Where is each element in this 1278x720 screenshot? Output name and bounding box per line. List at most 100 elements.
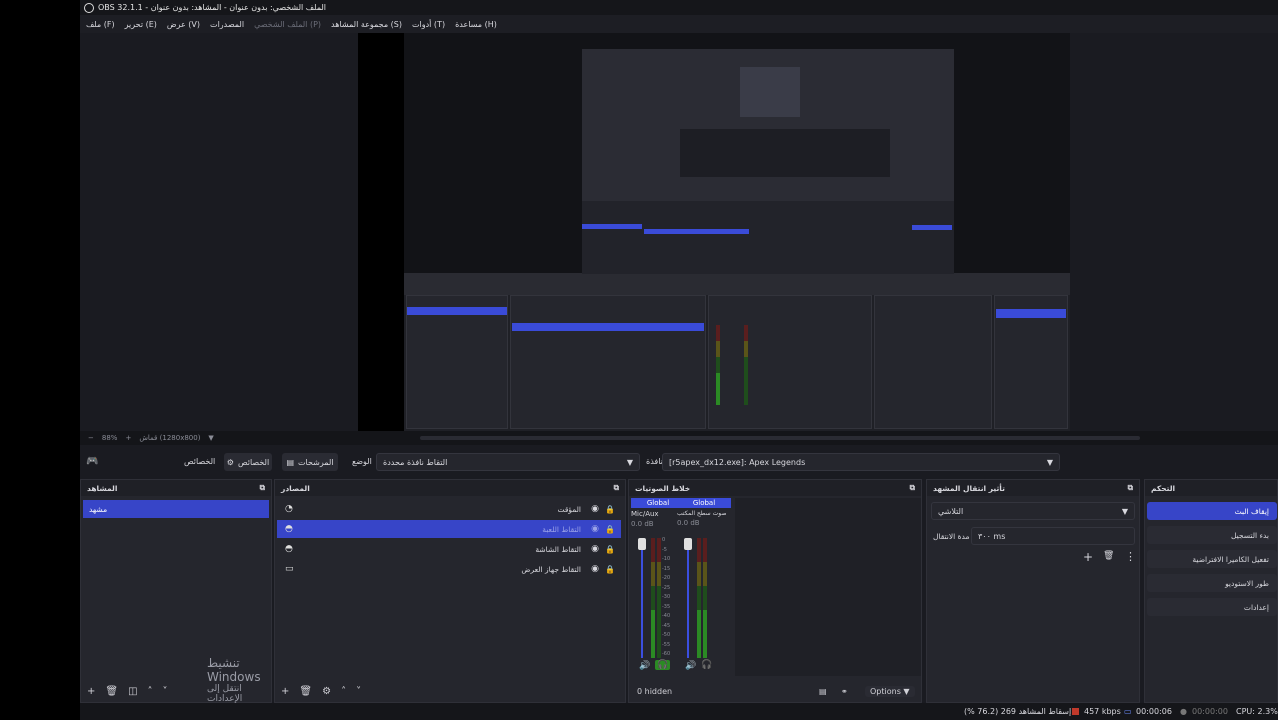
- monitor-icon: ▭: [285, 564, 294, 574]
- lock-icon[interactable]: 🔒: [605, 565, 615, 574]
- headphones-icon[interactable]: 🎧: [655, 660, 671, 670]
- fader-knob[interactable]: [638, 538, 646, 550]
- menu-view[interactable]: عرض (V): [167, 20, 200, 29]
- zoom-out-button[interactable]: −: [88, 434, 94, 442]
- speaker-icon[interactable]: 🔊: [685, 661, 696, 671]
- gear-icon: ⚙: [226, 457, 234, 467]
- dock-title-bar: التحكم: [1145, 480, 1277, 496]
- dock-title-bar: تأثير انتقال المشهد ⧉: [927, 480, 1139, 496]
- lock-icon[interactable]: 🔒: [605, 525, 615, 534]
- channel-name[interactable]: صوت سطح المكتب: [677, 510, 731, 517]
- layout-icon[interactable]: ▤: [819, 687, 827, 696]
- filters-button[interactable]: ▤ المرشحات: [282, 453, 338, 471]
- eye-icon[interactable]: ◉: [591, 524, 599, 534]
- menu-docks[interactable]: المصدرات: [210, 20, 244, 29]
- more-vertical-icon[interactable]: ⋮: [1125, 550, 1136, 563]
- lock-icon[interactable]: 🔒: [605, 545, 615, 554]
- stop-streaming-button[interactable]: إيقاف البث: [1147, 502, 1277, 520]
- settings-button[interactable]: إعدادات: [1147, 598, 1277, 616]
- virtual-camera-button[interactable]: تفعيل الكاميرا الافتراضية: [1147, 550, 1277, 568]
- scenes-dock: المشاهد ⧉ مشهد تنشيط Windows انتقل إلى ا…: [80, 479, 272, 720]
- settings-label: إعدادات: [1243, 602, 1269, 612]
- zoom-in-button[interactable]: +: [125, 434, 131, 442]
- mixer-empty-area: [735, 498, 921, 676]
- source-label: التقاط اللعبة: [542, 524, 581, 534]
- chevron-down-icon[interactable]: ▼: [208, 434, 213, 442]
- source-label: التقاط جهاز العرض: [521, 564, 581, 574]
- duration-spinbox[interactable]: ٣٠٠ ms: [971, 527, 1135, 545]
- trash-icon[interactable]: 🗑: [1103, 551, 1114, 561]
- zoom-level: 88%: [101, 434, 118, 442]
- source-row-display-capture[interactable]: ◓ التقاط الشاشة ◉ 🔒: [277, 540, 621, 558]
- fader-knob[interactable]: [684, 538, 692, 550]
- menu-tools[interactable]: أدوات (T): [412, 20, 445, 29]
- trash-icon[interactable]: 🗑: [299, 686, 312, 697]
- chevron-down-icon: ▼: [626, 457, 633, 467]
- undock-icon[interactable]: ⧉: [260, 483, 265, 493]
- obs-logo-icon: [84, 2, 94, 13]
- filter-icon: ▤: [286, 457, 294, 467]
- filter-icon[interactable]: ◫: [128, 686, 137, 697]
- mixer-title: خلاط الصوتيات: [635, 483, 691, 493]
- meter-scale: 0 -5 -10 -15 -20 -25 -30 -35 -40 -45 -50 -55 -60: [662, 537, 671, 657]
- transitions-title: تأثير انتقال المشهد: [933, 483, 1005, 493]
- eye-icon[interactable]: ◉: [591, 544, 599, 554]
- stream-time: 00:00:06: [1136, 707, 1172, 716]
- window-select[interactable]: [r5apex_dx12.exe]: Apex Legends ▼: [662, 453, 1060, 471]
- sources-title: المصادر: [281, 483, 310, 493]
- game-controller-icon: 🎮: [86, 456, 99, 467]
- window-label: نافذة: [646, 457, 663, 466]
- undock-icon[interactable]: ⧉: [614, 483, 619, 493]
- link-icon[interactable]: ⚭: [841, 687, 848, 696]
- add-source-icon[interactable]: +: [281, 686, 289, 697]
- scene-item[interactable]: مشهد: [83, 500, 269, 518]
- hidden-count: 0 hidden: [637, 686, 673, 696]
- preview-scrollbar[interactable]: [420, 436, 1140, 440]
- sources-toolbar: + 🗑 ⚙ ˄ ˅: [275, 680, 625, 702]
- chevron-down-icon[interactable]: ˅: [163, 686, 168, 697]
- chevron-up-icon[interactable]: ˄: [148, 686, 153, 697]
- nested-capture-window: [582, 49, 954, 274]
- eye-icon[interactable]: ◉: [591, 504, 599, 514]
- lock-icon[interactable]: 🔒: [605, 505, 615, 514]
- window-title: OBS 32.1.1 - الملف الشخصي: بدون عنوان - …: [98, 3, 326, 12]
- source-row-monitor-capture[interactable]: ▭ التقاط جهاز العرض ◉ 🔒: [277, 560, 621, 578]
- eye-icon[interactable]: ◉: [591, 564, 599, 574]
- menu-profile[interactable]: الملف الشخصي (P): [254, 20, 321, 29]
- volume-fader[interactable]: [687, 538, 689, 658]
- menu-help[interactable]: مساعدة (H): [455, 20, 497, 29]
- filters-button-label: المرشحات: [298, 457, 334, 467]
- speaker-icon[interactable]: 🔊: [639, 661, 650, 671]
- headphones-icon[interactable]: 🎧: [701, 660, 712, 670]
- add-icon[interactable]: +: [1083, 550, 1093, 564]
- channel-db: 0.0 dB: [677, 519, 700, 527]
- stream-icon: ▭: [1124, 707, 1132, 716]
- start-recording-button[interactable]: بدء التسجيل: [1147, 526, 1277, 544]
- menu-scene-collection[interactable]: مجموعة المشاهد (S): [331, 20, 402, 29]
- gear-icon[interactable]: ⚙: [322, 686, 331, 697]
- obs-window: OBS 32.1.1 - الملف الشخصي: بدون عنوان - …: [80, 0, 1278, 720]
- source-row-game-capture[interactable]: ◓ التقاط اللعبة ◉ 🔒: [277, 520, 621, 538]
- trash-icon[interactable]: 🗑: [105, 686, 118, 697]
- mixer-options-button[interactable]: Options ▼: [865, 685, 915, 697]
- menu-edit[interactable]: تحرير (E): [125, 20, 157, 29]
- properties-button[interactable]: ⚙ الخصائص: [224, 453, 272, 471]
- studio-mode-button[interactable]: طور الاستوديو: [1147, 574, 1277, 592]
- preview-canvas[interactable]: [80, 33, 1278, 431]
- display-icon: ◓: [285, 544, 293, 554]
- record-icon: ●: [1180, 707, 1187, 716]
- dropped-frames: إسقاط المشاهد 269 (76.2 %): [964, 707, 1072, 716]
- capture-mode-select[interactable]: التقاط نافذة محددة ▼: [376, 453, 640, 471]
- source-row-timer[interactable]: ◔ المؤقت ◉ 🔒: [277, 500, 621, 518]
- undock-icon[interactable]: ⧉: [1128, 483, 1133, 493]
- mixer-toolbar: 0 hidden ▤ ⚭ Options ▼: [629, 680, 921, 702]
- chevron-up-icon[interactable]: ˄: [341, 686, 346, 697]
- chevron-down-icon[interactable]: ˅: [356, 686, 361, 697]
- add-scene-icon[interactable]: +: [87, 686, 95, 697]
- chevron-down-icon: ▼: [1121, 506, 1128, 516]
- transition-type-select[interactable]: التلاشي ▼: [931, 502, 1135, 520]
- volume-fader[interactable]: [641, 538, 643, 658]
- menu-file[interactable]: ملف (F): [86, 20, 115, 29]
- undock-icon[interactable]: ⧉: [910, 483, 915, 493]
- dock-title-bar: المشاهد ⧉: [81, 480, 271, 496]
